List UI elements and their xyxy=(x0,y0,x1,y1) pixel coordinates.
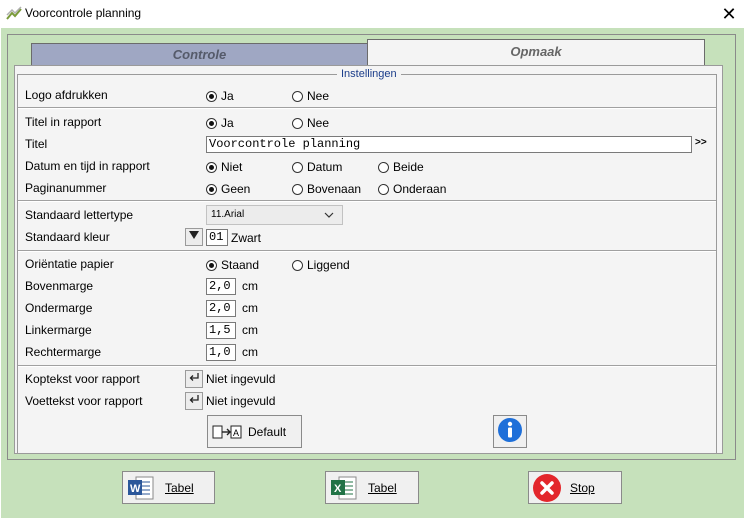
titel-input[interactable]: Voorcontrole planning xyxy=(206,136,692,153)
logo-ja-radio[interactable]: Ja xyxy=(206,89,234,103)
pagina-onderaan-radio[interactable]: Onderaan xyxy=(378,182,446,196)
koptekst-status: Niet ingevuld xyxy=(206,372,276,386)
bovenmarge-label: Bovenmarge xyxy=(25,279,94,293)
svg-text:W: W xyxy=(130,483,141,495)
rechtermarge-label: Rechtermarge xyxy=(25,345,102,359)
rechtermarge-unit: cm xyxy=(242,345,258,359)
koptekst-label: Koptekst voor rapport xyxy=(25,372,140,386)
export-word-label: Tabel xyxy=(165,480,194,495)
divider xyxy=(18,250,716,252)
voettekst-enter-icon[interactable] xyxy=(185,392,203,410)
orientatie-staand-radio[interactable]: Staand xyxy=(206,258,259,272)
stop-label: Stop xyxy=(570,480,595,495)
logo-label: Logo afdrukken xyxy=(25,88,108,102)
info-icon xyxy=(497,417,523,446)
radio-dot xyxy=(206,161,217,173)
divider xyxy=(18,365,716,367)
stop-icon xyxy=(532,473,562,503)
divider xyxy=(18,107,716,109)
group-border xyxy=(17,74,337,75)
ondermarge-unit: cm xyxy=(242,301,258,315)
ondermarge-label: Ondermarge xyxy=(25,301,93,315)
linkermarge-unit: cm xyxy=(242,323,258,337)
titel-more-button[interactable]: >> xyxy=(695,137,707,148)
app-logo-icon xyxy=(6,6,22,22)
datum-beide-radio[interactable]: Beide xyxy=(378,160,424,174)
lettertype-select[interactable]: 11.Arial xyxy=(206,205,343,225)
radio-dot xyxy=(206,90,217,102)
svg-text:A: A xyxy=(233,428,239,438)
default-button[interactable]: A Default xyxy=(207,415,302,448)
radio-dot xyxy=(206,259,217,271)
orientatie-label: Oriëntatie papier xyxy=(25,257,114,271)
divider xyxy=(18,200,716,202)
linkermarge-label: Linkermarge xyxy=(25,323,92,337)
titel-label: Titel xyxy=(25,137,48,151)
bovenmarge-input[interactable]: 2,0 xyxy=(206,278,236,295)
radio-dot xyxy=(292,183,303,195)
export-word-button[interactable]: W Tabel xyxy=(122,471,215,504)
kleur-name: Zwart xyxy=(231,231,261,245)
close-icon[interactable]: ✕ xyxy=(718,3,740,25)
export-excel-button[interactable]: X Tabel xyxy=(325,471,419,504)
kleur-code-input[interactable]: 01 xyxy=(206,229,228,246)
datum-label: Datum en tijd in rapport xyxy=(25,159,150,173)
paginanummer-label: Paginanummer xyxy=(25,181,107,195)
export-excel-label: Tabel xyxy=(368,480,397,495)
chevron-down-icon xyxy=(324,206,334,231)
koptekst-enter-icon[interactable] xyxy=(185,370,203,388)
titel-in-rapport-label: Titel in rapport xyxy=(25,115,102,129)
bovenmarge-unit: cm xyxy=(242,279,258,293)
excel-icon: X xyxy=(330,475,358,501)
tab-opmaak[interactable]: Opmaak xyxy=(367,39,705,66)
datum-niet-radio[interactable]: Niet xyxy=(206,160,242,174)
info-button[interactable] xyxy=(493,415,527,448)
default-label: Default xyxy=(248,424,287,439)
ondermarge-input[interactable]: 2,0 xyxy=(206,300,236,317)
kleur-label: Standaard kleur xyxy=(25,230,110,244)
logo-nee-radio[interactable]: Nee xyxy=(292,89,329,103)
linkermarge-input[interactable]: 1,5 xyxy=(206,322,236,339)
voettekst-label: Voettekst voor rapport xyxy=(25,394,143,408)
group-legend: Instellingen xyxy=(341,68,397,80)
radio-dot xyxy=(292,161,303,173)
radio-dot xyxy=(378,161,389,173)
word-icon: W xyxy=(127,475,155,501)
pagina-geen-radio[interactable]: Geen xyxy=(206,182,250,196)
datum-datum-radio[interactable]: Datum xyxy=(292,160,342,174)
window-title: Voorcontrole planning xyxy=(25,6,142,20)
radio-dot xyxy=(292,117,303,129)
color-dropdown-icon[interactable] xyxy=(185,228,203,246)
rechtermarge-input[interactable]: 1,0 xyxy=(206,344,236,361)
pagina-bovenaan-radio[interactable]: Bovenaan xyxy=(292,182,361,196)
radio-dot xyxy=(378,183,389,195)
lettertype-label: Standaard lettertype xyxy=(25,208,134,222)
group-border xyxy=(401,74,717,75)
orientatie-liggend-radio[interactable]: Liggend xyxy=(292,258,350,272)
tab-controle[interactable]: Controle xyxy=(31,43,368,65)
radio-dot xyxy=(206,117,217,129)
radio-dot xyxy=(292,90,303,102)
radio-dot xyxy=(292,259,303,271)
titel-nee-radio[interactable]: Nee xyxy=(292,116,329,130)
stop-button[interactable]: Stop xyxy=(528,471,622,504)
voettekst-status: Niet ingevuld xyxy=(206,394,276,408)
titel-ja-radio[interactable]: Ja xyxy=(206,116,234,130)
default-reset-icon: A xyxy=(212,423,242,441)
svg-text:X: X xyxy=(334,483,342,495)
radio-dot xyxy=(206,183,217,195)
